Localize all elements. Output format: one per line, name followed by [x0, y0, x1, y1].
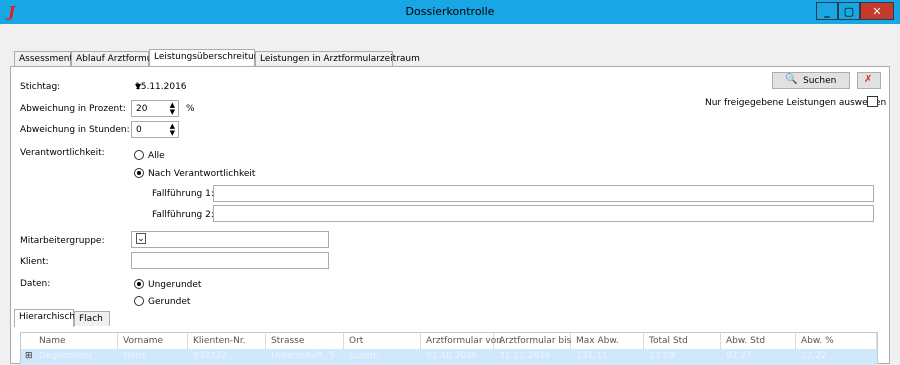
tab-assessment[interactable]: Assessment: [14, 51, 73, 66]
nur-freigegebene-label: Nur freigegebene Leistungen auswerten: [705, 98, 887, 108]
grid-header-vorname[interactable]: Vorname: [118, 333, 188, 349]
grid-header-arztformular-von[interactable]: Arztformular von: [421, 333, 502, 349]
tab-leistungsueberschreitung[interactable]: Leistungsüberschreitung: [149, 49, 265, 67]
suchen-button[interactable]: 🔍 Suchen: [772, 72, 850, 89]
tab-ablauf-arztformular[interactable]: Ablauf Arztformular: [71, 51, 164, 66]
minimize-button[interactable]: _: [816, 2, 838, 20]
cell-vorname: Hans: [123, 351, 146, 361]
search-icon: 🔍: [785, 74, 798, 85]
maximize-button[interactable]: ▢: [838, 2, 860, 20]
cell-total-std: 13:09: [649, 351, 675, 361]
grid-header-strasse[interactable]: Strasse: [266, 333, 344, 349]
cell-strasse: Unterschaft. 5: [271, 351, 335, 361]
radio-nach-label: Nach Verantwortlichkeit: [148, 169, 256, 179]
close-button[interactable]: ✕: [860, 2, 894, 20]
spinner-arrows-icon[interactable]: ▲ ▼: [170, 123, 175, 137]
cell-abw-prozent: 22,22: [801, 351, 827, 361]
title-bar: J Dossierkontrolle _ ▢ ✕: [0, 0, 900, 24]
radio-nach-verantwortlichkeit[interactable]: [134, 168, 144, 178]
cell-arztformular-von: 01.10.2016: [426, 351, 478, 361]
radio-alle-label: Alle: [148, 151, 165, 161]
grid-header-arztformular-bis[interactable]: Arztformular bis: [494, 333, 571, 349]
expand-row-icon[interactable]: ⊞: [25, 351, 33, 361]
stichtag-datepicker[interactable]: 15.11.2016 ▼: [131, 79, 201, 96]
chevron-down-icon: ▼: [135, 82, 142, 91]
window-title: Dossierkontrolle: [405, 5, 495, 18]
nur-freigegebene-checkbox[interactable]: [867, 96, 878, 107]
cell-name: Gegenreiter: [39, 351, 93, 361]
klient-input[interactable]: [131, 252, 329, 269]
tab-flach[interactable]: Flach: [74, 311, 110, 326]
grid-header-max-abw[interactable]: Max Abw.: [571, 333, 644, 349]
tab-leistungen-arztformularzeitraum[interactable]: Leistungen in Arztformularzeitraum: [255, 51, 420, 66]
cell-max-abw: 131:11: [576, 351, 608, 361]
abw-prozent-label: Abweichung in Prozent:: [20, 104, 126, 114]
grid-header-name[interactable]: Name: [21, 333, 118, 349]
radio-alle[interactable]: [134, 150, 144, 160]
abw-stunden-label: Abweichung in Stunden:: [20, 125, 130, 135]
cell-ort: Luzern: [349, 351, 380, 361]
suchen-label: Suchen: [803, 76, 837, 86]
stichtag-label: Stichtag:: [20, 82, 61, 92]
mitarbeitergruppe-select[interactable]: ⌄: [131, 231, 329, 248]
grid-header-total-std[interactable]: Total Std: [644, 333, 721, 349]
grid-header-abw-prozent[interactable]: Abw. %: [796, 333, 877, 349]
mitarbeitergruppe-label: Mitarbeitergruppe:: [20, 236, 105, 246]
fallfuehrung1-input[interactable]: [213, 185, 874, 202]
clear-filter-button[interactable]: ✗: [857, 72, 881, 89]
abw-prozent-value: 20: [136, 104, 148, 114]
clear-filter-icon: ✗: [864, 74, 873, 85]
cell-arztformular-bis: 31.12.2016: [499, 351, 551, 361]
grid-header-ort[interactable]: Ort: [344, 333, 421, 349]
daten-label: Daten:: [20, 279, 51, 289]
fallfuehrung1-label: Fallführung 1:: [152, 189, 214, 199]
radio-ungerundet[interactable]: [134, 279, 144, 289]
cell-abw-std: 02:27: [726, 351, 752, 361]
tab-hierarchisch[interactable]: Hierarchisch: [14, 309, 75, 327]
abw-prozent-unit: %: [186, 104, 195, 114]
results-grid: Name Vorname Klienten-Nr. Strasse Ort Ar…: [20, 332, 878, 365]
grid-header-klienten-nr[interactable]: Klienten-Nr.: [188, 333, 266, 349]
verantwortlichkeit-label: Verantwortlichkeit:: [20, 148, 105, 158]
chevron-down-icon[interactable]: ⌄: [136, 233, 146, 244]
cell-klienten-nr: 932322: [193, 351, 228, 361]
table-row[interactable]: ⊞ Gegenreiter Hans 932322 Unterschaft. 5…: [21, 349, 877, 365]
radio-gerundet[interactable]: [134, 296, 144, 306]
fallfuehrung2-label: Fallführung 2:: [152, 210, 214, 220]
abw-prozent-stepper[interactable]: 20 ▲ ▼: [131, 100, 179, 117]
klient-label: Klient:: [20, 257, 49, 267]
grid-header-abw-std[interactable]: Abw. Std: [721, 333, 796, 349]
fallfuehrung2-input[interactable]: [213, 205, 874, 222]
abw-stunden-value: 0: [136, 125, 142, 135]
abw-stunden-stepper[interactable]: 0 ▲ ▼: [131, 121, 179, 138]
radio-ungerundet-label: Ungerundet: [148, 280, 202, 290]
radio-gerundet-label: Gerundet: [148, 297, 191, 307]
spinner-arrows-icon[interactable]: ▲ ▼: [170, 102, 175, 116]
